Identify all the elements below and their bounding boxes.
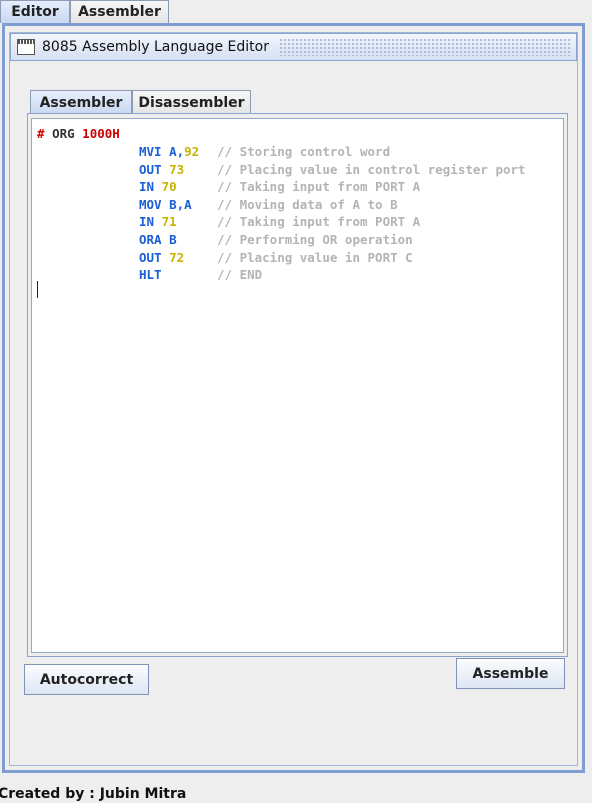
instruction-mnemonic: IN — [139, 179, 162, 195]
instruction-operand: 70 — [161, 179, 177, 195]
tab-assembler-mode[interactable]: Assembler — [30, 90, 132, 114]
instruction-operand: 73 — [169, 161, 185, 177]
tab-editor[interactable]: Editor — [0, 0, 70, 23]
credit-label: Created by : Jubin Mitra — [0, 786, 187, 802]
text-caret — [37, 281, 38, 298]
code-comment: // Moving data of A to B — [217, 196, 398, 212]
tab-assembler[interactable]: Assembler — [70, 0, 169, 23]
code-comment: // END — [217, 267, 263, 283]
code-line: OUT 73 — [139, 161, 184, 178]
instruction-mnemonic: HLT — [139, 267, 162, 283]
code-comment: // Placing value in control register por… — [217, 161, 526, 177]
instruction-mnemonic: MOV B,A — [139, 196, 192, 212]
code-line: IN 71 — [139, 213, 177, 230]
instruction-mnemonic: ORA B — [139, 232, 177, 247]
assembler-panel: # ORG 1000H MVI A,92 // Storing control w… — [27, 113, 568, 657]
code-line: MVI A,92 — [139, 143, 199, 160]
code-comment: // Taking input from PORT A — [217, 214, 421, 230]
window-title: 8085 Assembly Language Editor — [42, 39, 269, 55]
code-line: MOV B,A — [139, 196, 192, 213]
directive-address: 1000H — [82, 126, 120, 141]
main-tab-strip: Editor Assembler — [0, 0, 592, 23]
window-icon — [17, 39, 35, 55]
editor-internal-frame: 8085 Assembly Language Editor Assembler … — [2, 23, 585, 773]
instruction-mnemonic: IN — [139, 214, 162, 230]
title-bar-grip — [278, 38, 570, 56]
instruction-operand: 72 — [169, 249, 185, 265]
code-line: HLT — [139, 266, 162, 283]
tab-disassembler-mode[interactable]: Disassembler — [132, 90, 251, 114]
code-line-header: # ORG 1000H — [37, 125, 120, 142]
frame-content: 8085 Assembly Language Editor Assembler … — [9, 32, 578, 766]
code-comment: // Storing control word — [217, 144, 391, 159]
code-comment: // Placing value in PORT C — [217, 249, 413, 265]
code-comment: // Taking input from PORT A — [217, 179, 421, 195]
code-editor[interactable]: # ORG 1000H MVI A,92 // Storing control w… — [31, 118, 564, 653]
code-line: OUT 72 — [139, 249, 184, 266]
instruction-mnemonic: OUT — [139, 249, 170, 265]
frame-title-bar[interactable]: 8085 Assembly Language Editor — [10, 33, 577, 61]
directive-hash: # — [37, 126, 45, 141]
code-line: ORA B — [139, 231, 177, 248]
code-line: IN 70 — [139, 178, 177, 195]
directive-keyword: ORG — [52, 126, 75, 141]
instruction-operand: 92 — [184, 144, 200, 159]
code-comment: // Performing OR operation — [217, 232, 413, 247]
autocorrect-button[interactable]: Autocorrect — [24, 664, 149, 695]
instruction-mnemonic: MVI A, — [139, 144, 185, 159]
instruction-mnemonic: OUT — [139, 161, 170, 177]
assemble-button[interactable]: Assemble — [456, 658, 565, 689]
instruction-operand: 71 — [161, 214, 177, 230]
